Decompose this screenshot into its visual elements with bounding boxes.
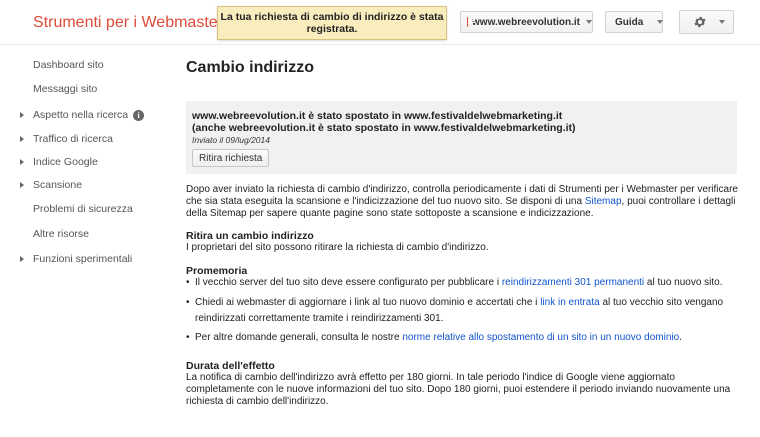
reminder-text: .: [679, 332, 682, 343]
notification-banner: La tua richiesta di cambio di indirizzo …: [217, 6, 447, 40]
site-selector[interactable]: www.webreevolution.it: [460, 11, 593, 33]
info-icon[interactable]: i: [133, 109, 145, 121]
sidebar-item-search-appearance[interactable]: Aspetto nella ricerca i: [20, 109, 145, 121]
expand-arrow-icon: [20, 256, 24, 262]
duration-heading: Durata dell'effetto: [186, 360, 275, 372]
sidebar-item-label: Dashboard sito: [33, 59, 104, 71]
sidebar-item-label: Traffico di ricerca: [33, 133, 113, 145]
gear-icon: [694, 16, 706, 28]
expand-arrow-icon: [20, 136, 24, 142]
reminder-text: Il vecchio server del tuo sito deve esse…: [195, 277, 502, 288]
sidebar-item-labs[interactable]: Funzioni sperimentali: [20, 253, 132, 265]
sidebar-item-label: Indice Google: [33, 156, 98, 168]
reminder-item-inbound-links: Chiedi ai webmaster di aggiornare i link…: [186, 295, 742, 327]
status-box: www.webreevolution.it è stato spostato i…: [186, 101, 737, 174]
submission-date: Inviato il 09/lug/2014: [192, 135, 270, 145]
settings-button[interactable]: [679, 10, 734, 34]
sidebar-item-label: Funzioni sperimentali: [33, 253, 133, 265]
reminder-text: Per altre domande generali, consulta le …: [195, 332, 403, 343]
sidebar-item-google-index[interactable]: Indice Google: [20, 156, 98, 168]
intro-paragraph: Dopo aver inviato la richiesta di cambio…: [186, 184, 742, 220]
withdraw-request-button[interactable]: Ritira richiesta: [192, 149, 270, 167]
sidebar-item-messages[interactable]: Messaggi sito: [33, 83, 97, 95]
duration-text: La notifica di cambio dell'indirizzo avr…: [186, 372, 731, 407]
sidebar-item-search-traffic[interactable]: Traffico di ricerca: [20, 133, 113, 145]
sitemap-link[interactable]: Sitemap: [585, 196, 622, 207]
chevron-down-icon: [657, 20, 664, 24]
sidebar-item-other-resources[interactable]: Altre risorse: [33, 228, 89, 240]
reminder-item-policies: Per altre domande generali, consulta le …: [186, 330, 742, 346]
chevron-down-icon: [719, 20, 725, 24]
withdraw-text: I proprietari del sito possono ritirare …: [186, 242, 489, 253]
expand-arrow-icon: [20, 182, 24, 188]
sidebar-item-label: Problemi di sicurezza: [33, 203, 133, 215]
sidebar-item-crawl[interactable]: Scansione: [20, 179, 82, 191]
sidebar-item-label: Scansione: [33, 179, 83, 191]
inbound-links-link[interactable]: link in entrata: [540, 297, 599, 308]
sidebar-item-security-issues[interactable]: Problemi di sicurezza: [33, 203, 133, 215]
site-selector-label: www.webreevolution.it: [472, 16, 580, 28]
sidebar-item-label: Altre risorse: [33, 228, 90, 240]
sidebar-item-label: Messaggi sito: [33, 83, 98, 95]
help-button[interactable]: Guida: [605, 11, 664, 33]
reminder-text: al tuo nuovo sito.: [644, 277, 723, 288]
page-title: Cambio indirizzo: [186, 59, 314, 76]
header-divider: [0, 44, 760, 45]
help-button-label: Guida: [615, 16, 644, 28]
status-moved-line: www.webreevolution.it è stato spostato i…: [192, 110, 563, 122]
site-favicon-icon: [467, 17, 476, 27]
expand-arrow-icon: [20, 159, 24, 165]
reminder-item-redirects: Il vecchio server del tuo sito deve esse…: [186, 275, 742, 291]
sidebar-item-dashboard[interactable]: Dashboard sito: [33, 59, 104, 71]
move-site-policy-link[interactable]: norme relative allo spostamento di un si…: [402, 332, 679, 343]
redirects-301-link[interactable]: reindirizzamenti 301 permanenti: [502, 277, 644, 288]
sidebar-item-label: Aspetto nella ricerca: [33, 109, 129, 121]
expand-arrow-icon: [20, 112, 24, 118]
app-title[interactable]: Strumenti per i Webmaster: [33, 14, 223, 32]
withdraw-heading: Ritira un cambio indirizzo: [186, 230, 314, 242]
chevron-down-icon: [586, 20, 592, 24]
reminder-text: Chiedi ai webmaster di aggiornare i link…: [195, 297, 541, 308]
status-alias-line: (anche webreevolution.it è stato spostat…: [192, 122, 576, 134]
